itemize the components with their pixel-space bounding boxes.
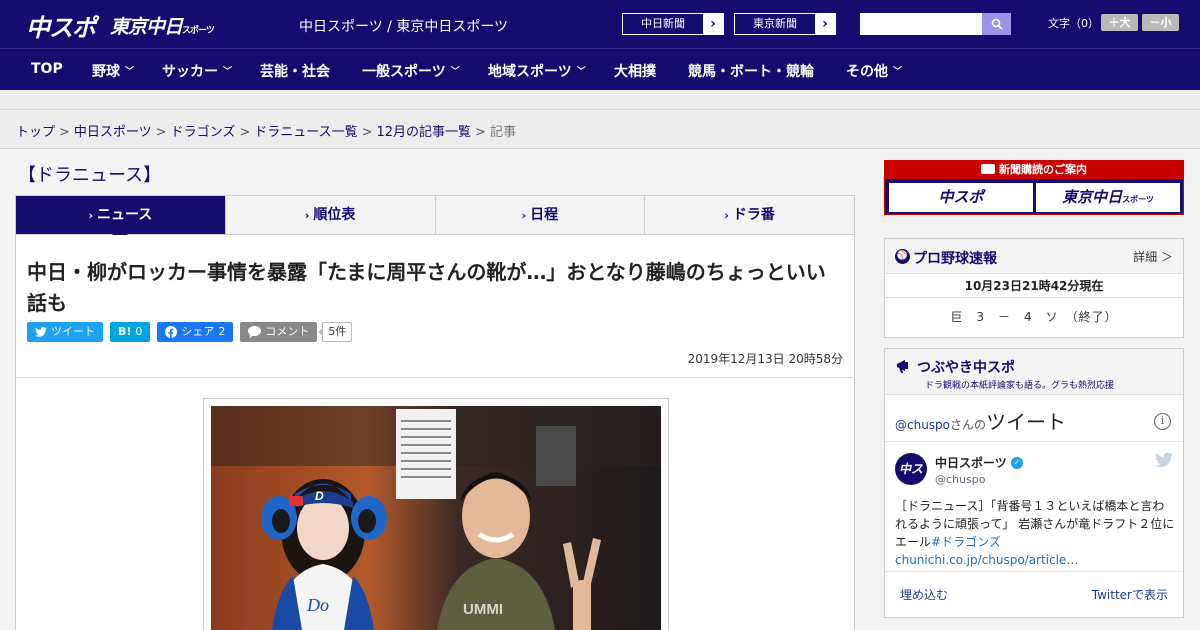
nav-baseball[interactable]: 野球 ﹀ (92, 61, 134, 81)
score-timestamp: 10月23日21時42分現在 (885, 274, 1183, 298)
published-date: 2019年12月13日 20時58分 (687, 352, 843, 366)
chevron-right-icon: › (88, 209, 93, 222)
chevron-right-icon: › (710, 16, 716, 32)
ad-banner-text: 新聞購読のご案内 (885, 161, 1183, 179)
photo-illustration: D Do UMMI (211, 406, 661, 630)
hatena-bookmark-button[interactable]: B! 0 (110, 322, 151, 342)
panel-title: つぶやき中スポ (917, 360, 1015, 376)
comment-button[interactable]: コメント (240, 322, 318, 342)
breadcrumb-link[interactable]: 中日スポーツ (74, 125, 152, 140)
article-photo-frame: D Do UMMI (203, 398, 669, 630)
nav-general-sports[interactable]: 一般スポーツ ﹀ (362, 61, 460, 81)
search-button[interactable] (982, 13, 1011, 35)
tab-dora-ban[interactable]: › ドラ番 (644, 196, 854, 234)
header-spacer (0, 90, 1200, 110)
font-size-label: 文字（0） (1048, 17, 1099, 30)
megaphone-icon (897, 360, 908, 373)
search-input[interactable] (860, 13, 982, 35)
panel-subtitle: ドラ観戦の本紙評論家も語る。グラも熱烈応援 (925, 381, 1115, 391)
divider (885, 441, 1183, 442)
game-score[interactable]: 巨 3 － 4 ソ （終了） (885, 298, 1183, 336)
subscription-ad[interactable]: 新聞購読のご案内 中スポ 東京中日スポーツ (884, 160, 1184, 215)
speech-bubble-icon (248, 326, 262, 338)
breadcrumb-link[interactable]: 12月の記事一覧 (377, 125, 472, 140)
info-icon[interactable]: i (1154, 413, 1171, 430)
facebook-icon (165, 326, 178, 338)
nav-other[interactable]: その他 ﹀ (846, 61, 902, 81)
nav-racing[interactable]: 競馬・ボート・競輪 (688, 61, 814, 81)
tokyo-shimbun-button[interactable]: 東京新聞 › (734, 13, 836, 35)
svg-text:D: D (315, 489, 324, 503)
chevron-down-icon: ﹀ (893, 67, 903, 77)
section-title: 【ドラニュース】 (18, 165, 162, 186)
breadcrumb-link[interactable]: ドラニュース一覧 (254, 125, 357, 140)
tab-standings[interactable]: › 順位表 (224, 196, 435, 234)
nav-top[interactable]: TOP (31, 61, 63, 77)
article: 中日・柳がロッカー事情を暴露「たまに周平さんの靴が…」おとなり藤嶋のちょっといい… (15, 235, 855, 630)
chevron-down-icon: ﹀ (450, 67, 460, 77)
tweet-button[interactable]: ツイート (27, 322, 103, 342)
chevron-down-icon: ﹀ (223, 67, 233, 77)
account-name[interactable]: 中日スポーツ ✓ (935, 454, 1023, 471)
svg-text:UMMI: UMMI (463, 601, 503, 618)
tweet-text: ［ドラニュース］「背番号１３といえば橋本と言われるように頑張って」 岩瀬さんが竜… (895, 499, 1175, 567)
chevron-right-icon: › (724, 209, 729, 222)
ad-chuspo-logo[interactable]: 中スポ (889, 183, 1033, 212)
breadcrumb-link[interactable]: ドラゴンズ (171, 125, 236, 140)
chunichi-shimbun-button[interactable]: 中日新聞 › (622, 13, 724, 35)
divider (16, 377, 854, 378)
svg-text:Do: Do (306, 595, 329, 615)
tab-news[interactable]: › ニュース (16, 196, 225, 242)
tab-schedule[interactable]: › 日程 (434, 196, 645, 234)
main-nav: TOP 野球 ﹀ サッカー ﹀ 芸能・社会 一般スポーツ ﹀ 地域スポーツ ﹀ 大相撲 … (0, 48, 1200, 90)
tweet-link[interactable]: chunichi.co.jp/chuspo/article… (895, 553, 1078, 567)
article-headline: 中日・柳がロッカー事情を暴露「たまに周平さんの靴が…」おとなり藤嶋のちょっといい… (27, 260, 826, 315)
details-link[interactable]: 詳細 ＞ (1133, 248, 1173, 265)
twitter-handle-link[interactable]: @chuspo (895, 418, 950, 432)
share-buttons: ツイート B! 0 シェア 2 コメント 5件 (27, 322, 353, 342)
panel-title: プロ野球速報 (913, 251, 997, 267)
newspaper-icon (981, 164, 995, 174)
chevron-right-icon: › (822, 16, 828, 32)
twitter-panel: つぶやき中スポ ドラ観戦の本紙評論家も語る。グラも熱烈応援 @chuspoさんの… (884, 348, 1184, 618)
font-larger-button[interactable]: ＋大 (1101, 14, 1138, 31)
breadcrumb: トップ > 中日スポーツ > ドラゴンズ > ドラニュース一覧 >12月の記事一覧 > 記事 (0, 111, 1200, 149)
tweets-by-header: @chuspoさんのツイート (895, 410, 1067, 434)
section-tabs: › ニュース › 順位表 › 日程 › ドラ番 (15, 195, 855, 242)
facebook-share-button[interactable]: シェア 2 (157, 322, 234, 342)
chevron-right-icon: › (304, 209, 310, 222)
chuspo-logo[interactable]: 中スポ (26, 8, 96, 43)
breadcrumb-current: 記事 (489, 125, 516, 140)
tokyo-chunichi-logo[interactable]: 東京中日スポーツ (110, 12, 215, 39)
divider (885, 571, 1183, 572)
nav-soccer[interactable]: サッカー ﹀ (162, 61, 232, 81)
chevron-down-icon: ﹀ (125, 67, 135, 77)
nav-sumo[interactable]: 大相撲 (614, 61, 656, 81)
ad-tokyo-chunichi-logo[interactable]: 東京中日スポーツ (1036, 183, 1180, 212)
view-on-twitter-link[interactable]: Twitterで表示 (1092, 586, 1168, 603)
twitter-bird-icon[interactable] (1155, 452, 1173, 468)
baseball-icon: ⚾ (895, 249, 910, 264)
panel-header: ⚾ プロ野球速報 詳細 ＞ (885, 239, 1183, 274)
chevron-down-icon: ﹀ (576, 67, 586, 77)
search-icon (991, 18, 1003, 30)
avatar[interactable]: 中スポ (895, 453, 927, 508)
baseball-scores-panel: ⚾ プロ野球速報 詳細 ＞ 10月23日21時42分現在 巨 3 － 4 ソ （… (884, 238, 1184, 338)
embed-link[interactable]: 埋め込む (900, 586, 948, 603)
hashtag-link[interactable]: #ドラゴンズ (931, 535, 1001, 549)
panel-header: つぶやき中スポ ドラ観戦の本紙評論家も語る。グラも熱烈応援 (885, 349, 1183, 395)
comment-count[interactable]: 5件 (318, 322, 353, 342)
breadcrumb-link[interactable]: トップ (16, 125, 55, 140)
nav-regional-sports[interactable]: 地域スポーツ ﹀ (488, 61, 586, 81)
nav-entertainment[interactable]: 芸能・社会 (260, 61, 330, 81)
font-smaller-button[interactable]: －小 (1142, 14, 1179, 31)
top-header: 中スポ 東京中日スポーツ 中日スポーツ / 東京中日スポーツ 中日新聞 › 東京… (0, 0, 1200, 48)
article-photo[interactable]: D Do UMMI (211, 406, 661, 630)
site-title[interactable]: 中日スポーツ / 東京中日スポーツ (299, 16, 508, 36)
verified-badge-icon: ✓ (1010, 456, 1023, 469)
chevron-right-icon: › (521, 209, 527, 222)
account-handle[interactable]: @chuspo (935, 473, 985, 486)
twitter-bird-icon (35, 327, 47, 337)
